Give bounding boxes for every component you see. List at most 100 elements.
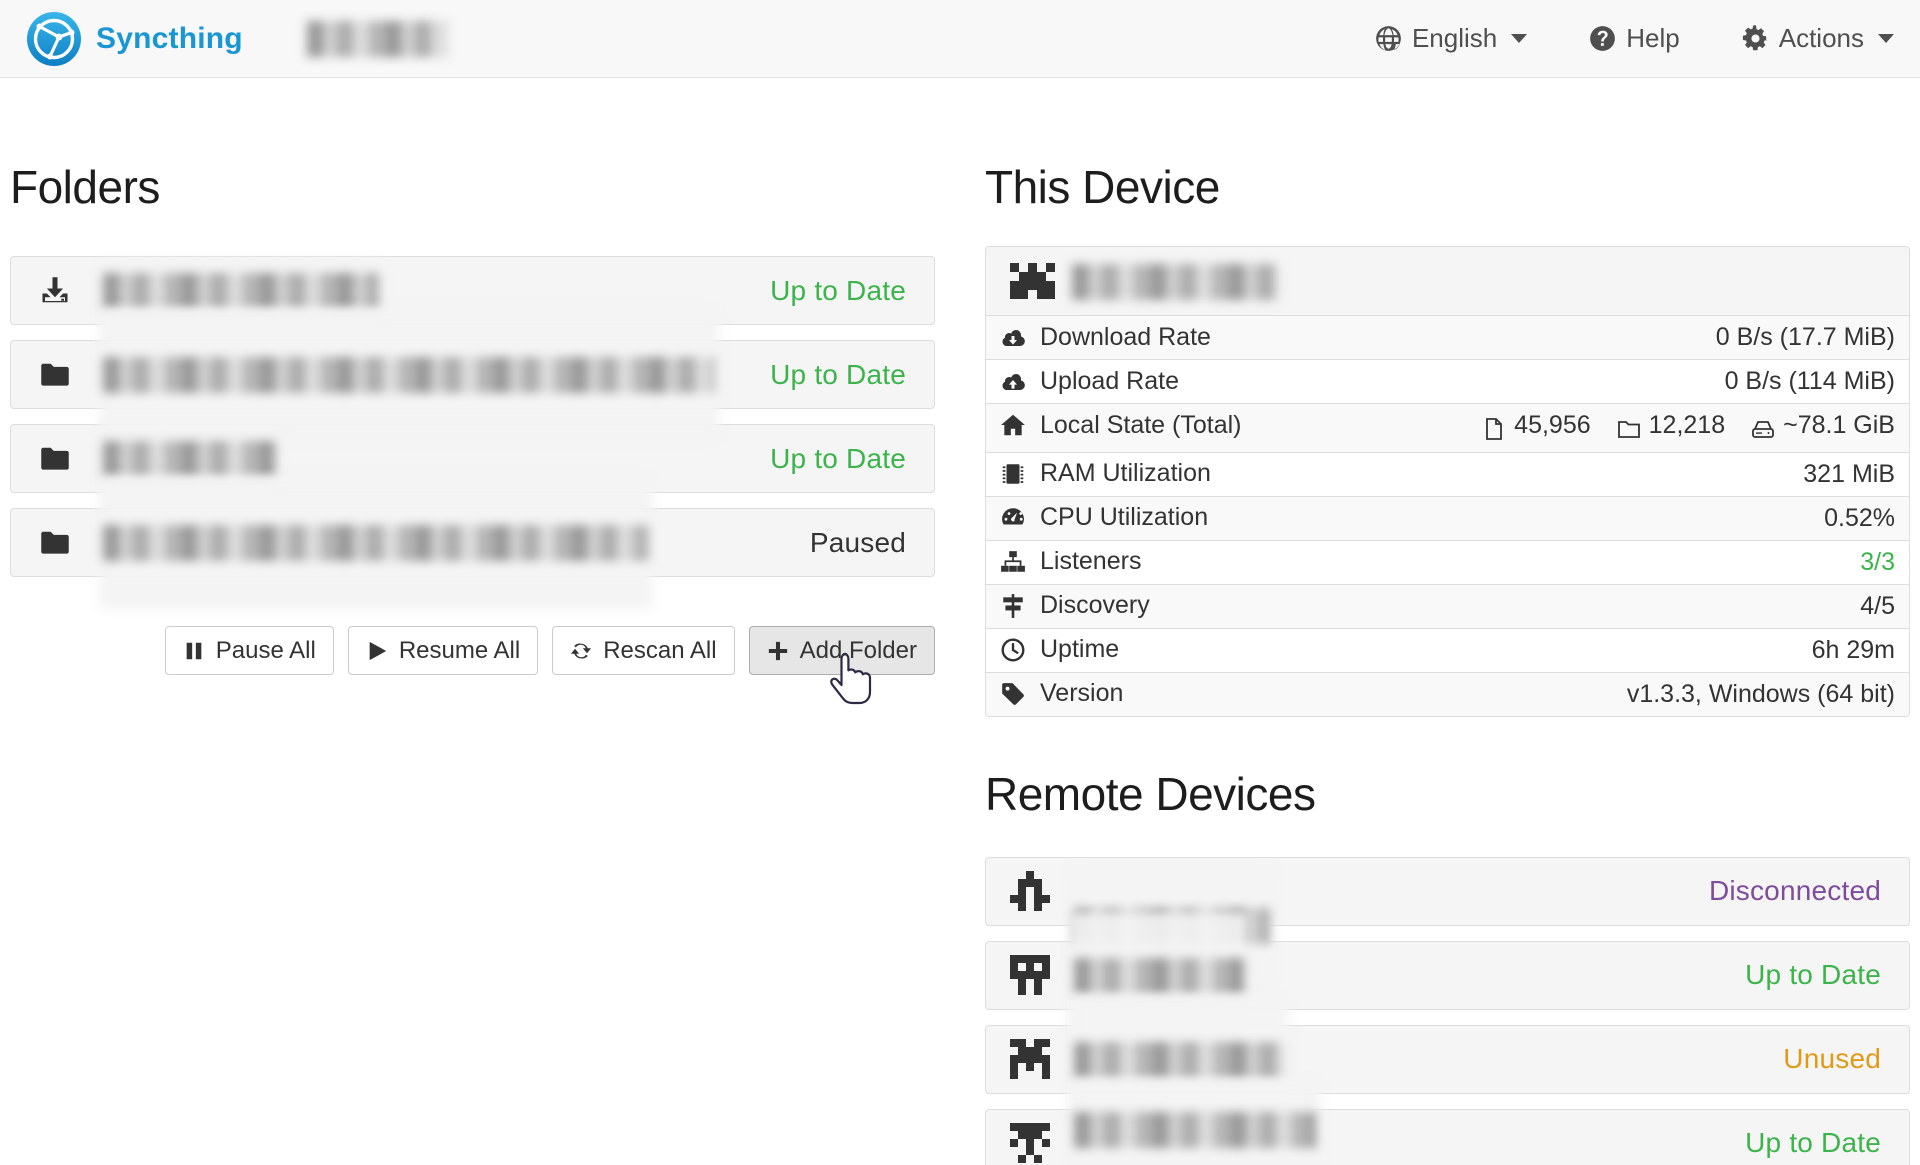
nav-menu-language[interactable]: English [1375, 23, 1527, 54]
device-stat-row: Uptime6h 29m [986, 628, 1909, 672]
stat-label: Listeners [1040, 547, 1141, 576]
redacted-folder-name [99, 427, 279, 491]
stat-value: 4/5 [1328, 584, 1909, 628]
stat-value: 0 B/s (114 MiB) [1328, 360, 1909, 404]
device-stat-row: RAM Utilization 321 MiB [986, 452, 1909, 496]
nav-menu-label: Help [1626, 23, 1679, 54]
plus-icon [767, 640, 789, 662]
folder-row[interactable]: Up to Date [10, 256, 935, 325]
device-identicon-icon [1010, 1039, 1050, 1079]
brand-name: Syncthing [96, 22, 243, 56]
device-stat-row: Upload Rate 0 B/s (114 MiB) [986, 360, 1909, 404]
pause-icon [183, 640, 205, 662]
chevron-down-icon [1878, 34, 1894, 43]
device-stat-row: Download Rate 0 B/s (17.7 MiB) [986, 316, 1909, 360]
question-circle-icon [1589, 25, 1616, 52]
folder-icon [35, 444, 75, 474]
redacted-device-name [1070, 996, 1288, 1124]
tag-icon [1000, 681, 1026, 707]
nav-menu-help[interactable]: Help [1589, 23, 1679, 54]
stat-label: Version [1040, 679, 1123, 708]
signpost-icon [1000, 593, 1026, 619]
remote-device-row[interactable]: Disconnected [985, 857, 1910, 926]
stat-value: v1.3.3, Windows (64 bit) [1328, 672, 1909, 716]
download-icon [35, 276, 75, 306]
add-folder-button[interactable]: Add Folder [749, 626, 935, 675]
resume-all-button[interactable]: Resume All [348, 626, 538, 675]
gear-icon [1742, 25, 1769, 52]
stat-value: 0 B/s (17.7 MiB) [1328, 316, 1909, 360]
download-icon [40, 276, 70, 306]
folder-icon [40, 528, 70, 558]
folder-status: Up to Date [770, 275, 910, 307]
remote-device-status: Up to Date [1745, 959, 1885, 991]
stat-value: 3/3 [1328, 540, 1909, 584]
button-label: Rescan All [603, 637, 716, 665]
button-label: Add Folder [800, 637, 917, 665]
navbar: Syncthing English Help Actions [0, 0, 1920, 78]
device-stat-row: Version v1.3.3, Windows (64 bit) [986, 672, 1909, 716]
redacted-device-name [1070, 912, 1248, 1040]
nav-menu-actions[interactable]: Actions [1742, 23, 1894, 54]
remote-device-row[interactable]: Unused [985, 1025, 1910, 1094]
stat-value: 6h 29m [1328, 628, 1909, 672]
redacted-device-name [1068, 261, 1282, 303]
cloud-download-icon [1000, 324, 1026, 350]
stat-value-part: 12,218 [1649, 411, 1725, 440]
redacted-folder-name [99, 477, 653, 609]
stat-label: Discovery [1040, 591, 1150, 620]
home-icon [1000, 412, 1026, 438]
device-identicon-icon [1010, 955, 1050, 995]
device-identicon-icon [1010, 871, 1050, 911]
stat-value: 321 MiB [1328, 452, 1909, 496]
cloud-upload-icon [1000, 368, 1026, 394]
stat-value-part: ~78.1 GiB [1783, 411, 1895, 440]
stat-label: Local State (Total) [1040, 411, 1242, 440]
remote-device-status: Disconnected [1709, 875, 1885, 907]
stat-label: Download Rate [1040, 323, 1211, 352]
device-identicon-icon [1010, 1123, 1050, 1163]
chip-icon [1000, 461, 1026, 487]
folder-status: Paused [810, 527, 910, 559]
button-label: Pause All [216, 637, 316, 665]
folder-icon [35, 528, 75, 558]
folder-icon [40, 444, 70, 474]
folder-status: Up to Date [770, 443, 910, 475]
folder-row[interactable]: Up to Date [10, 340, 935, 409]
chevron-down-icon [1511, 34, 1527, 43]
rescan-all-button[interactable]: Rescan All [552, 626, 734, 675]
syncthing-brand[interactable]: Syncthing [26, 11, 243, 67]
device-stat-row: Local State (Total)45,95612,218~78.1 GiB [986, 404, 1909, 453]
device-stat-row: CPU Utilization 0.52% [986, 496, 1909, 540]
remote-device-status: Up to Date [1745, 1127, 1885, 1159]
folder-icon [40, 360, 70, 390]
file-icon [1482, 417, 1506, 441]
stat-label: Upload Rate [1040, 367, 1179, 396]
folder-row[interactable]: Paused [10, 508, 935, 577]
device-stat-row: Discovery 4/5 [986, 584, 1909, 628]
pause-all-button[interactable]: Pause All [165, 626, 334, 675]
remote-devices-heading: Remote Devices [985, 767, 1910, 821]
folder-row[interactable]: Up to Date [10, 424, 935, 493]
remote-device-status: Unused [1783, 1043, 1885, 1075]
remote-device-row[interactable]: Up to Date [985, 1109, 1910, 1165]
stat-value: 45,95612,218~78.1 GiB [1328, 404, 1909, 453]
stat-value: 0.52% [1328, 496, 1909, 540]
globe-icon [1375, 25, 1402, 52]
redacted-folder-name [99, 309, 719, 441]
play-icon [366, 640, 388, 662]
button-label: Resume All [399, 637, 520, 665]
folders-heading: Folders [10, 160, 935, 214]
nav-menu-label: Actions [1779, 23, 1864, 54]
remote-device-row[interactable]: Up to Date [985, 941, 1910, 1010]
folder-status: Up to Date [770, 359, 910, 391]
dashboard-icon [1000, 505, 1026, 531]
stat-label: RAM Utilization [1040, 459, 1211, 488]
clock-icon [1000, 637, 1026, 663]
redacted-host-name [303, 19, 451, 59]
this-device-header[interactable] [986, 247, 1909, 316]
stat-label: CPU Utilization [1040, 503, 1208, 532]
refresh-icon [570, 640, 592, 662]
this-device-heading: This Device [985, 160, 1910, 214]
folder-icon [35, 360, 75, 390]
